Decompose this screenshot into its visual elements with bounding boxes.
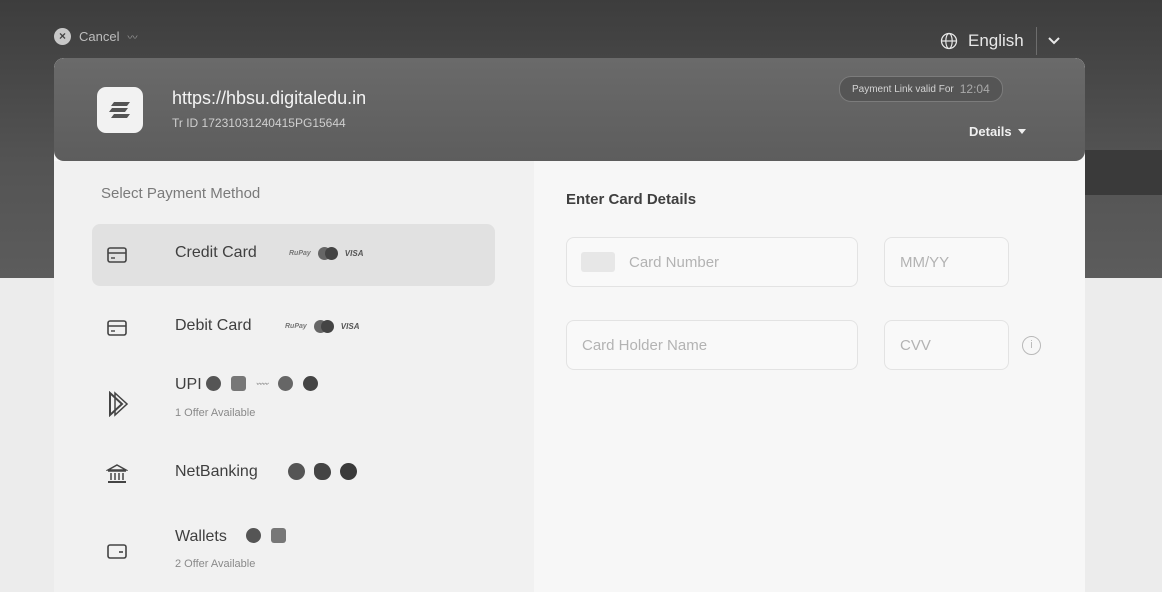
card-holder-placeholder: Card Holder Name [582,336,708,354]
brand-logos [288,463,357,480]
method-credit-card[interactable]: Credit Card RuPay VISA [92,224,495,286]
sbi-logo [288,463,305,480]
close-circle-icon: × [54,28,71,45]
merchant-url: https://hbsu.digitaledu.in [172,88,367,108]
language-selector[interactable]: English [940,27,1061,55]
credit-card-icon [106,244,128,266]
phonepe-logo [271,528,286,543]
brand-logos: RuPay VISA [289,247,363,260]
method-label: Wallets [175,528,227,545]
cvv-placeholder: CVV [900,336,931,354]
amazonpay-logo: 〰〰 [256,382,269,388]
offer-text: 1 Offer Available [175,407,256,419]
bank-icon [105,463,129,485]
mastercard-logo [313,320,334,333]
gpay-logo [303,376,319,391]
cancel-button[interactable]: × Cancel 〰 [54,28,137,45]
payment-card: https://hbsu.digitaledu.in Tr ID 1723103… [54,58,1085,592]
section-title: Select Payment Method [101,185,261,202]
merchant-header: https://hbsu.digitaledu.in Tr ID 1723103… [54,58,1085,161]
caret-down-icon [1017,129,1026,134]
card-number-placeholder: Card Number [629,253,720,271]
wallet-icon [106,540,128,562]
divider [1035,27,1037,55]
icici-logo [314,463,331,480]
card-details-title: Enter Card Details [566,191,697,208]
visa-logo: VISA [340,322,360,331]
chevron-down-icon [1047,36,1061,46]
method-upi[interactable]: UPI 〰〰 1 Offer Available [92,366,495,428]
method-netbanking[interactable]: NetBanking [92,443,495,505]
expiry-placeholder: MM/YY [900,253,950,271]
brand-logos [246,528,286,543]
method-label: UPI [175,376,202,393]
cvv-field[interactable]: CVV [884,320,1009,370]
expiry-field[interactable]: MM/YY [884,237,1009,287]
card-number-field[interactable]: Card Number [566,237,858,287]
card-holder-field[interactable]: Card Holder Name [566,320,858,370]
bhim-logo [278,376,294,391]
rupay-logo: RuPay [289,250,311,257]
validity-label: Payment Link valid For [852,83,954,95]
phonepe-logo [231,376,246,391]
scribble-mark: 〰 [127,33,137,44]
method-label: Debit Card [175,317,252,334]
brand-logos: RuPay VISA [285,320,359,333]
cancel-label: Cancel [79,29,120,44]
offer-text: 2 Offer Available [175,558,256,570]
language-label: English [968,31,1024,50]
backdrop-shadow [1084,150,1162,195]
info-icon[interactable]: i [1022,336,1041,355]
debit-card-icon [106,317,128,339]
details-label: Details [969,124,1012,139]
card-chip-icon [581,252,615,272]
merchant-logo [97,87,143,133]
globe-icon [940,32,958,50]
mastercard-logo [317,247,338,260]
visa-logo: VISA [344,249,364,258]
payment-method-panel: Select Payment Method Credit Card RuPay … [54,161,534,592]
paytm-logo [246,528,261,543]
details-toggle[interactable]: Details [969,124,1026,139]
method-label: NetBanking [175,463,258,480]
paytm-logo [206,376,221,391]
method-wallets[interactable]: Wallets 2 Offer Available [92,514,495,576]
method-debit-card[interactable]: Debit Card RuPay VISA [92,297,495,359]
brand-logos: 〰〰 [206,376,319,391]
link-validity-badge: Payment Link valid For 12:04 [839,76,1003,102]
validity-time: 12:04 [959,82,990,96]
method-label: Credit Card [175,244,257,261]
rupay-logo: RuPay [285,323,307,330]
hdfc-logo [340,463,357,480]
transaction-id: Tr ID 17231031240415PG15644 [172,116,346,130]
upi-icon [106,390,129,418]
